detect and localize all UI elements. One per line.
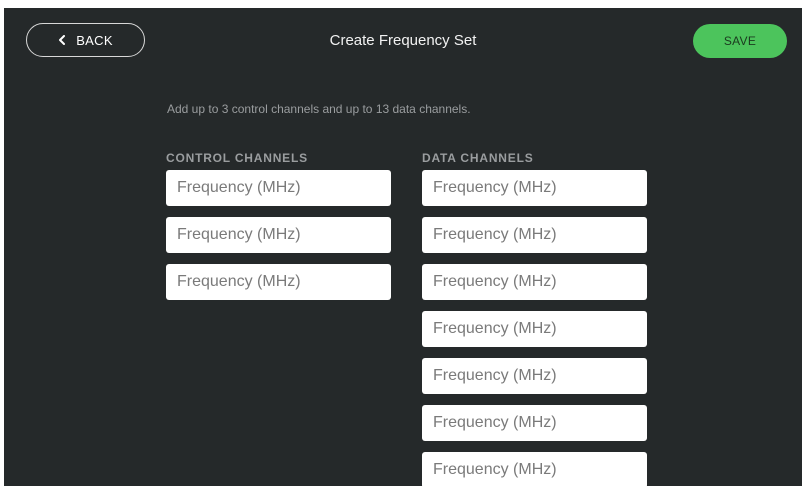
data-frequency-input-3[interactable] [422, 264, 647, 300]
control-frequency-input-1[interactable] [166, 170, 391, 206]
page-title: Create Frequency Set [329, 32, 477, 49]
instructions-text: Add up to 3 control channels and up to 1… [167, 102, 471, 116]
data-frequency-input-4[interactable] [422, 311, 647, 347]
save-button[interactable]: SAVE [693, 24, 787, 58]
data-channels-section: DATA CHANNELS [422, 150, 647, 486]
data-frequency-input-6[interactable] [422, 405, 647, 441]
control-frequency-input-3[interactable] [166, 264, 391, 300]
data-frequency-input-2[interactable] [422, 217, 647, 253]
data-frequency-input-7[interactable] [422, 452, 647, 486]
control-frequency-input-2[interactable] [166, 217, 391, 253]
control-channels-section: CONTROL CHANNELS [166, 150, 391, 311]
app-panel: BACK Create Frequency Set SAVE Add up to… [4, 8, 802, 486]
data-channels-title: DATA CHANNELS [422, 151, 534, 165]
data-frequency-input-1[interactable] [422, 170, 647, 206]
control-channels-title: CONTROL CHANNELS [166, 151, 308, 165]
data-frequency-input-5[interactable] [422, 358, 647, 394]
